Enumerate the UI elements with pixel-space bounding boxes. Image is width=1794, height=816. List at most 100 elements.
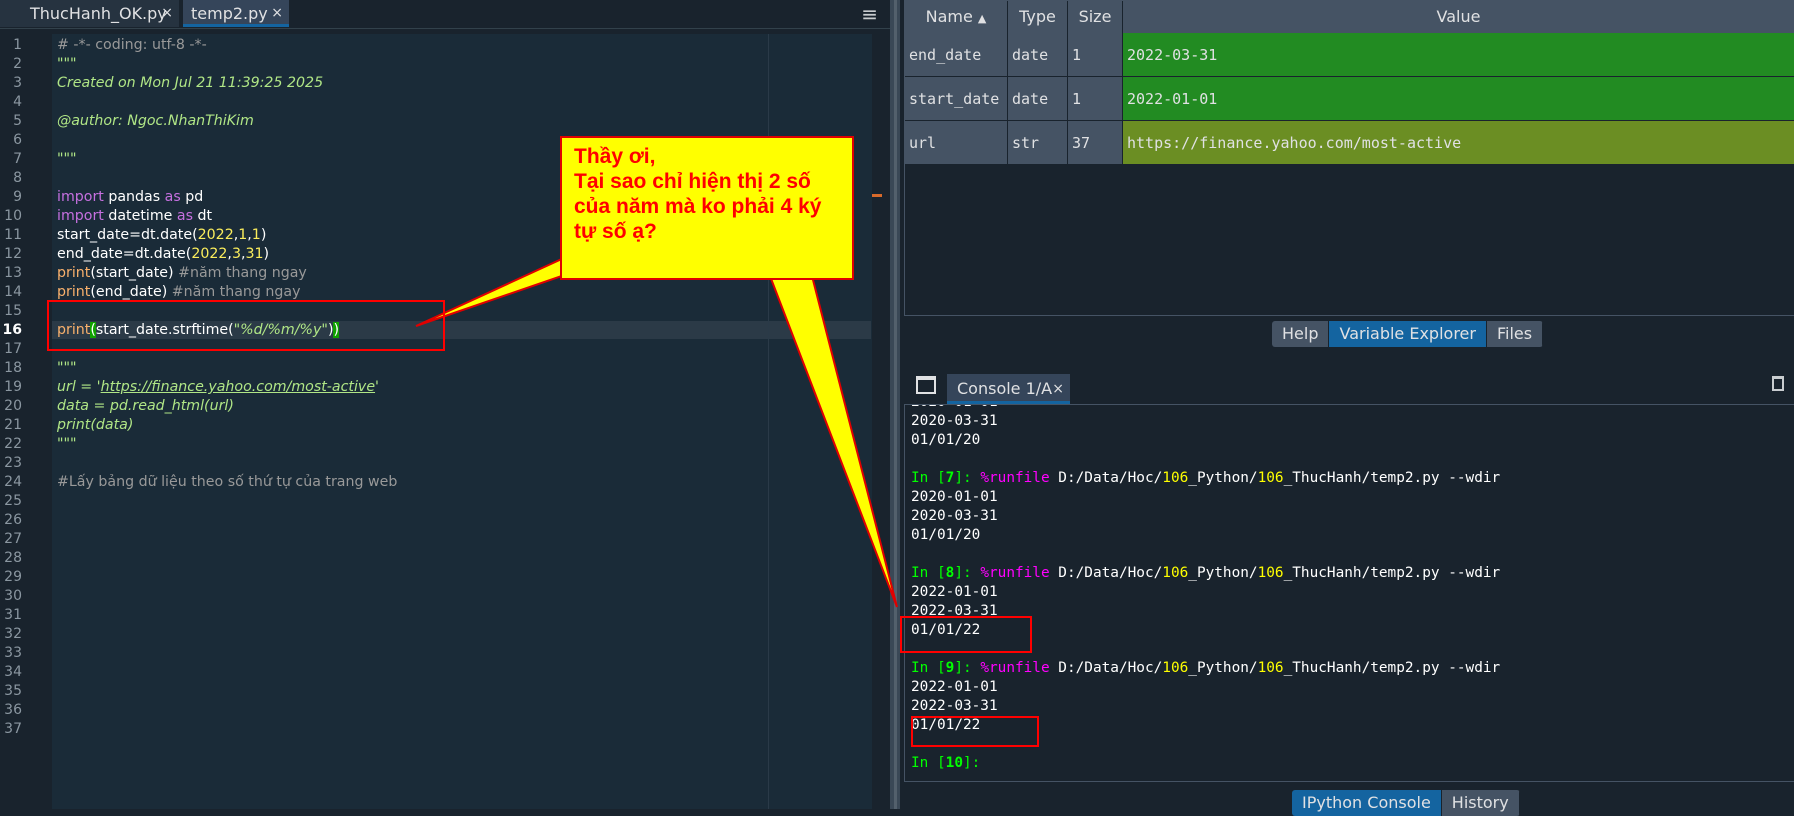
tab-console-1a[interactable]: Console 1/A ×	[947, 374, 1070, 404]
menu-icon[interactable]: ≡	[861, 2, 878, 26]
tab-label: temp2.py	[191, 4, 268, 23]
line-number: 6	[13, 132, 22, 148]
code-line-7: """	[57, 151, 77, 167]
var-value: 2022-01-01	[1123, 77, 1794, 121]
pane-splitter-handle	[894, 0, 897, 809]
header-name[interactable]: Name ▲	[905, 1, 1008, 33]
var-size: 1	[1068, 77, 1123, 121]
line-number: 20	[4, 398, 22, 414]
highlight-box-code	[47, 300, 445, 351]
console-input-line: In [7]: %runfile D:/Data/Hoc/106_Python/…	[911, 470, 1501, 486]
console-toolbar: Console 1/A ×	[900, 366, 1794, 404]
code-line-19: url = 'https://finance.yahoo.com/most-ac…	[57, 379, 379, 395]
line-number: 13	[4, 265, 22, 281]
code-line-11: start_date=dt.date(2022,1,1)	[57, 227, 267, 243]
console-tab-label: Console 1/A	[957, 379, 1053, 398]
header-type[interactable]: Type	[1008, 1, 1068, 33]
line-number: 26	[4, 512, 22, 528]
tab-label: ThucHanh_OK.py	[30, 4, 167, 23]
line-number: 5	[13, 113, 22, 129]
line-number: 12	[4, 246, 22, 262]
var-type: date	[1008, 33, 1068, 77]
code-line-22: """	[57, 436, 77, 452]
line-number: 4	[13, 94, 22, 110]
line-number: 10	[4, 208, 22, 224]
code-line-10: import datetime as dt	[57, 208, 213, 224]
line-number: 15	[4, 303, 22, 319]
line-number: 7	[13, 151, 22, 167]
var-value: 2022-03-31	[1123, 33, 1794, 77]
variable-explorer-pane: Name ▲ Type Size Value end_date date 1 2…	[900, 0, 1794, 350]
close-icon[interactable]: ×	[1052, 374, 1064, 404]
code-line-12: end_date=dt.date(2022,3,31)	[57, 246, 270, 262]
console-line: 2022-01-01	[911, 679, 998, 695]
console-input-line: In [9]: %runfile D:/Data/Hoc/106_Python/…	[911, 660, 1501, 676]
trash-icon[interactable]	[1772, 376, 1784, 391]
tab-history[interactable]: History	[1441, 790, 1520, 816]
line-number: 31	[4, 607, 22, 623]
variable-row[interactable]: end_date date 1 2022-03-31	[905, 33, 1794, 77]
bottom-pane-tabs: IPython Console History	[1292, 790, 1520, 816]
header-size[interactable]: Size	[1068, 1, 1123, 33]
line-number: 17	[4, 341, 22, 357]
line-number: 2	[13, 56, 22, 72]
code-line-5: @author: Ngoc.NhanThiKim	[57, 113, 254, 129]
line-number: 18	[4, 360, 22, 376]
tab-files[interactable]: Files	[1486, 321, 1544, 347]
highlight-box-output-1	[900, 616, 1032, 653]
console-line: 2020-01-01	[911, 405, 998, 412]
console-prompt[interactable]: In [10]:	[911, 754, 989, 773]
var-name: url	[905, 121, 1008, 165]
code-line-21: print(data)	[57, 417, 134, 433]
callout-greeting: Thầy ơi,	[574, 145, 656, 168]
console-line: 01/01/20	[911, 527, 981, 543]
code-line-18: """	[57, 360, 77, 376]
code-line-3: Created on Mon Jul 21 11:39:25 2025	[57, 75, 324, 91]
line-number: 22	[4, 436, 22, 452]
line-number: 23	[4, 455, 22, 471]
editor-tab-bar: ThucHanh_OK.py × temp2.py × ≡	[0, 0, 890, 29]
top-pane-tabs: Help Variable Explorer Files	[1272, 321, 1544, 347]
console-line: 2022-01-01	[911, 584, 998, 600]
tab-ipython-console[interactable]: IPython Console	[1292, 790, 1442, 816]
tab-temp2[interactable]: temp2.py ×	[183, 0, 289, 27]
line-number: 30	[4, 588, 22, 604]
var-type: str	[1008, 121, 1068, 165]
line-number: 27	[4, 531, 22, 547]
line-number: 33	[4, 645, 22, 661]
variable-row[interactable]: url str 37 https://finance.yahoo.com/mos…	[905, 121, 1794, 165]
line-number: 25	[4, 493, 22, 509]
code-line-24: #Lấy bảng dữ liệu theo số thứ tự của tra…	[57, 474, 398, 490]
var-value: https://finance.yahoo.com/most-active	[1123, 121, 1794, 165]
variable-table[interactable]: Name ▲ Type Size Value end_date date 1 2…	[904, 0, 1794, 316]
callout-question: Tại sao chỉ hiện thị 2 số của năm mà ko …	[574, 170, 822, 243]
window-icon[interactable]	[916, 376, 936, 394]
line-number: 11	[4, 227, 22, 243]
line-number: 24	[4, 474, 22, 490]
line-number: 19	[4, 379, 22, 395]
tab-help[interactable]: Help	[1272, 321, 1330, 347]
console-line: 01/01/20	[911, 432, 981, 448]
variable-row[interactable]: start_date date 1 2022-01-01	[905, 77, 1794, 121]
code-line-20: data = pd.read_html(url)	[57, 398, 234, 414]
tab-variable-explorer[interactable]: Variable Explorer	[1329, 321, 1487, 347]
console-line: 2022-03-31	[911, 698, 998, 714]
var-type: date	[1008, 77, 1068, 121]
code-line-2: """	[57, 56, 77, 72]
scrollbar-marker	[872, 194, 882, 197]
console-line: 2020-01-01	[911, 489, 998, 505]
line-number: 37	[4, 721, 22, 737]
line-number: 32	[4, 626, 22, 642]
line-number: 28	[4, 550, 22, 566]
var-name: start_date	[905, 77, 1008, 121]
line-number: 14	[4, 284, 22, 300]
close-icon[interactable]: ×	[161, 0, 173, 27]
var-name: end_date	[905, 33, 1008, 77]
line-number: 16	[2, 322, 22, 338]
close-icon[interactable]: ×	[271, 0, 283, 27]
tab-thuchanh-ok[interactable]: ThucHanh_OK.py ×	[0, 0, 179, 27]
line-number: 36	[4, 702, 22, 718]
header-value[interactable]: Value	[1123, 1, 1794, 33]
line-number: 29	[4, 569, 22, 585]
line-number: 3	[13, 75, 22, 91]
